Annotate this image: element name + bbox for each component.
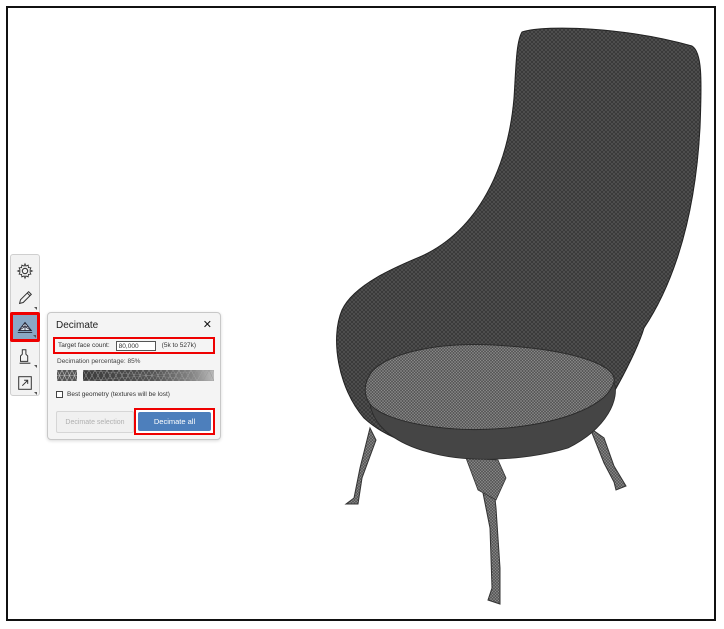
decimation-slider[interactable] [57,370,215,382]
decimation-percentage-label: Decimation percentage: 85% [57,358,141,365]
decimate-panel: Decimate ✕ Target face count: 80,000 (5k… [47,312,221,440]
target-face-count-input[interactable]: 80,000 [115,340,156,351]
edit-tool-button[interactable] [12,285,38,311]
best-geometry-label: Best geometry (textures will be lost) [67,391,170,398]
export-icon [18,376,32,390]
slider-track[interactable] [83,370,214,381]
decimate-icon [17,321,33,333]
export-tool-button[interactable] [12,370,38,396]
decimate-selection-button[interactable]: Decimate selection [56,411,134,433]
paint-tool-button[interactable] [12,343,38,369]
submenu-caret-icon [34,392,37,395]
best-geometry-option[interactable]: Best geometry (textures will be lost) [56,391,170,398]
target-face-count-label: Target face count: [58,342,110,349]
decimate-all-button[interactable]: Decimate all [138,412,211,431]
decimate-tool-button[interactable] [10,312,40,342]
target-face-range: (5k to 527k) [161,342,196,349]
mesh-preview-icon [57,370,77,381]
bucket-icon [19,349,31,364]
gear-icon [16,262,34,280]
submenu-caret-icon [33,335,36,338]
target-face-count-row: Target face count: 80,000 (5k to 527k) [53,337,215,354]
best-geometry-checkbox[interactable] [56,391,63,398]
settings-tool-button[interactable] [12,258,38,284]
panel-title: Decimate [56,320,99,331]
pencil-icon [18,290,33,305]
submenu-caret-icon [34,307,37,310]
decimate-all-highlight: Decimate all [134,408,215,435]
left-toolbar [10,254,40,396]
close-icon[interactable]: ✕ [203,318,212,331]
submenu-caret-icon [34,365,37,368]
